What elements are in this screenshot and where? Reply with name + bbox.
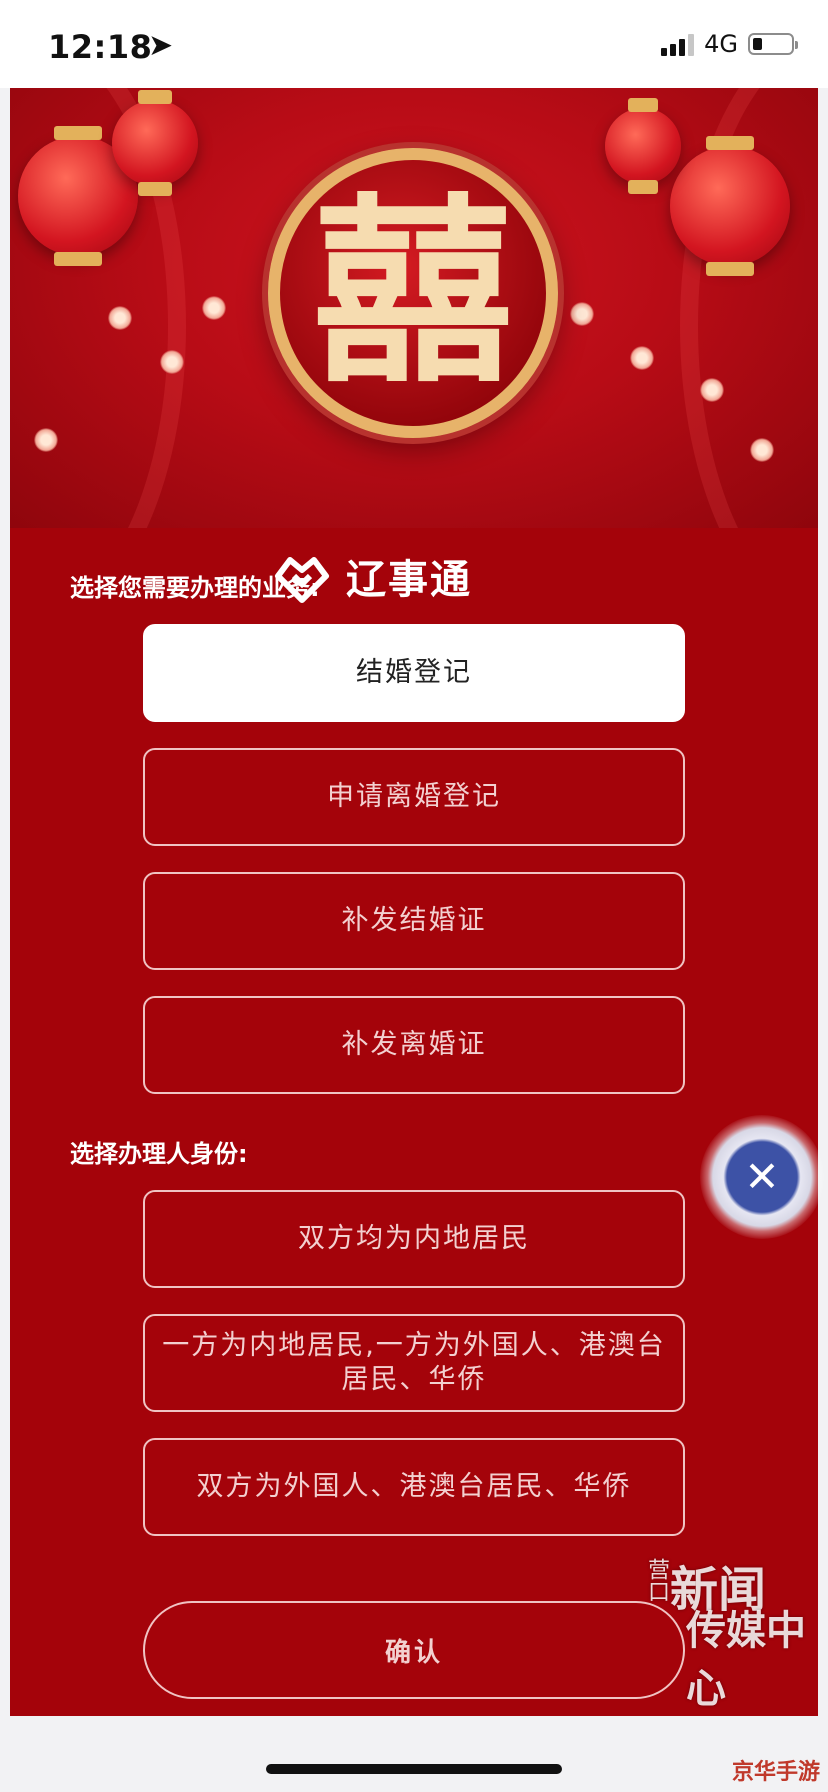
plum-blossom-icon	[160, 350, 184, 374]
close-icon: ✕	[744, 1151, 780, 1201]
option-reissue-marriage-certificate[interactable]: 补发结婚证	[143, 872, 685, 970]
plum-blossom-icon	[750, 438, 774, 462]
double-happiness-char: 囍	[312, 175, 513, 410]
confirm-button[interactable]: 确认	[143, 1601, 685, 1699]
wedding-banner: 囍	[10, 88, 818, 528]
home-indicator[interactable]	[266, 1764, 562, 1774]
close-button[interactable]: ✕	[700, 1115, 824, 1239]
home-indicator-area	[0, 1716, 828, 1792]
status-bar: 12:18 ➤ 4G	[0, 0, 828, 88]
page-content: 囍 辽事通 选择您需要办理的业务: 结婚登记 申请离婚登记 补发结婚证 补发离婚…	[10, 88, 818, 1716]
plum-blossom-icon	[34, 428, 58, 452]
plum-blossom-icon	[108, 306, 132, 330]
option-divorce-registration[interactable]: 申请离婚登记	[143, 748, 685, 846]
identity-section-title: 选择办理人身份:	[70, 1140, 248, 1168]
signal-icon	[661, 32, 695, 56]
app-name: 辽事通	[346, 557, 472, 603]
option-one-mainland-one-foreign[interactable]: 一方为内地居民,一方为外国人、港澳台居民、华侨	[143, 1314, 685, 1412]
news-watermark: 营口 新闻 传媒中心	[640, 1550, 826, 1712]
option-both-foreign[interactable]: 双方为外国人、港澳台居民、华侨	[143, 1438, 685, 1536]
option-marriage-registration[interactable]: 结婚登记	[143, 624, 685, 722]
option-reissue-divorce-certificate[interactable]: 补发离婚证	[143, 996, 685, 1094]
option-both-mainland[interactable]: 双方均为内地居民	[143, 1190, 685, 1288]
status-indicators: 4G	[661, 30, 798, 58]
corner-watermark: 京华手游	[731, 1760, 820, 1785]
lantern-icon	[112, 90, 198, 196]
watermark-line2: 传媒中心	[686, 1607, 806, 1712]
lantern-icon	[670, 136, 790, 276]
status-time: 12:18	[48, 28, 153, 66]
plum-blossom-icon	[630, 346, 654, 370]
plum-blossom-icon	[700, 378, 724, 402]
plum-blossom-icon	[202, 296, 226, 320]
watermark-small: 营口	[644, 1558, 669, 1602]
location-arrow-icon: ➤	[148, 28, 174, 63]
network-label: 4G	[704, 30, 738, 58]
business-section-title: 选择您需要办理的业务:	[70, 574, 320, 602]
double-happiness-emblem: 囍	[268, 148, 558, 438]
lantern-icon	[605, 98, 681, 194]
battery-icon	[748, 33, 798, 55]
plum-blossom-icon	[570, 302, 594, 326]
